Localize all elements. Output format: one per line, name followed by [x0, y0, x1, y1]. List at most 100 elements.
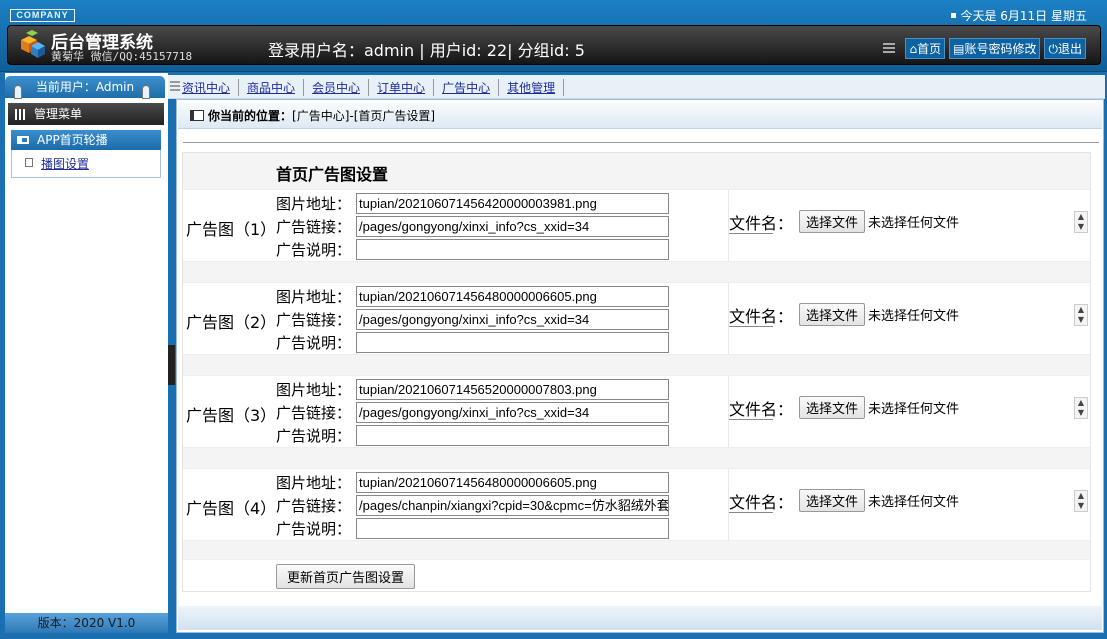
window-icon [190, 110, 204, 121]
gap-row [183, 262, 1090, 282]
update-ads-button[interactable]: 更新首页广告图设置 [276, 564, 416, 589]
scroll-spinner[interactable]: ▲ ▼ [1074, 490, 1088, 512]
nav-item-other[interactable]: 其他管理 [507, 79, 565, 96]
ad-desc-label: 广告说明： [276, 334, 352, 352]
nav-list-icon [170, 81, 180, 91]
ad-link-label: 广告链接： [276, 404, 352, 422]
top-nav: 资讯中心 商品中心 会员中心 订单中心 广告中心 其他管理 [168, 75, 1105, 99]
ad-row-2: 广告图（2） 图片地址： tupian/202106071456480000006… [183, 282, 1090, 355]
nav-item-products[interactable]: 商品中心 [247, 79, 305, 96]
choose-file-button[interactable]: 选择文件 [799, 210, 866, 233]
nav-item-ads[interactable]: 广告中心 [442, 79, 500, 96]
ad-row-1: 广告图（1） 图片地址： tupian/202106071456420000003… [183, 189, 1090, 262]
panel-icon [17, 136, 29, 144]
sidebar-collapse-handle[interactable] [168, 345, 175, 385]
choose-file-button[interactable]: 选择文件 [799, 489, 866, 512]
ad-label: 广告图（2） [186, 313, 277, 332]
ad-desc-label: 广告说明： [276, 520, 352, 538]
image-path-input[interactable]: tupian/20210607145648000000660​5.png [356, 472, 669, 493]
image-path-label: 图片地址： [276, 474, 352, 492]
sidebar-item-label: 播图设置 [41, 157, 90, 171]
home-link[interactable]: ⌂首页 [905, 38, 946, 59]
ad-link-input[interactable]: /pages/gongyong/xinxi_info?cs_xxid=34 [356, 216, 669, 237]
logout-link[interactable]: ⏻退出 [1044, 38, 1086, 59]
scroll-spinner[interactable]: ▲ ▼ [1074, 397, 1088, 419]
ad-desc-input[interactable] [356, 332, 669, 353]
list-icon [883, 42, 896, 55]
breadcrumb-path: [广告中心]-[首页广告设置] [292, 109, 436, 123]
form-title: 首页广告图设置 [276, 165, 389, 184]
ad-link-label: 广告链接： [276, 218, 352, 236]
nav-item-news[interactable]: 资讯中心 [182, 79, 240, 96]
ad-row-4: 广告图（4） 图片地址： tupian/202106071456480000006… [183, 468, 1090, 541]
nav-item-members[interactable]: 会员中心 [312, 79, 370, 96]
ad-label: 广告图（1） [186, 220, 277, 239]
choose-file-button[interactable]: 选择文件 [799, 303, 866, 326]
file-label: 文件名： [729, 307, 794, 326]
account-password-link-label: 账号密码修改 [964, 42, 1037, 56]
file-underline [729, 419, 773, 420]
pin-icon [14, 85, 22, 99]
ad-desc-label: 广告说明： [276, 241, 352, 259]
file-picker: 文件名： 选择文件 未选择任何文件 [729, 396, 959, 420]
scroll-spinner[interactable]: ▲ ▼ [1074, 211, 1088, 233]
file-picker: 文件名： 选择文件 未选择任何文件 [729, 303, 959, 327]
no-file-text: 未选择任何文件 [868, 495, 960, 510]
file-label: 文件名： [729, 493, 794, 512]
ad-link-label: 广告链接： [276, 497, 352, 515]
choose-file-button[interactable]: 选择文件 [799, 396, 866, 419]
no-file-text: 未选择任何文件 [868, 402, 960, 417]
square-icon [951, 13, 957, 18]
ad-link-input[interactable]: /pages/gongyong/xinxi_info?cs_xxid=34 [356, 402, 669, 423]
file-picker: 文件名： 选择文件 未选择任何文件 [729, 210, 959, 234]
header-bar: 后台管理系统 黄菊华 微信/QQ:45157718 登录用户名：admin | … [7, 25, 1101, 65]
main-footer-bar [178, 606, 1102, 630]
ad-desc-input[interactable] [356, 518, 669, 539]
image-path-input[interactable]: tupian/20210607145652000000780​3.png [356, 379, 669, 400]
file-underline [729, 326, 773, 327]
home-link-label: 首页 [917, 42, 942, 56]
file-underline [729, 233, 773, 234]
version-label: 版本：2020 V1.0 [5, 613, 168, 633]
cubes-logo-icon [21, 30, 45, 58]
image-path-label: 图片地址： [276, 381, 352, 399]
sidebar-section-label: APP首页轮播 [37, 133, 108, 147]
page-icon [25, 158, 33, 167]
breadcrumb: 你当前的位置：[广告中心]-[首页广告设置] [178, 103, 1102, 129]
ad-link-input[interactable]: /pages/chanpin/xiangxi?cpid=30&cpmc=仿水貂绒… [356, 495, 669, 516]
gap-row [183, 448, 1090, 468]
submit-row: 更新首页广告图设置 [183, 559, 1090, 591]
image-path-input[interactable]: tupian/20210607145642000000398​1.png [356, 193, 669, 214]
pin-icon [142, 85, 150, 99]
ad-label: 广告图（4） [186, 499, 277, 518]
ad-link-label: 广告链接： [276, 311, 352, 329]
form-title-row: 首页广告图设置 [183, 153, 1090, 189]
menu-head-label: 管理菜单 [34, 107, 83, 121]
file-label: 文件名： [729, 400, 794, 419]
ad-desc-input[interactable] [356, 239, 669, 260]
nav-items: 资讯中心 商品中心 会员中心 订单中心 广告中心 其他管理 [182, 79, 572, 96]
ad-row-3: 广告图（3） 图片地址： tupian/202106071456520000007… [183, 375, 1090, 448]
ad-link-input[interactable]: /pages/gongyong/xinxi_info?cs_xxid=34 [356, 309, 669, 330]
date-display: 今天是 6月11日 星期五 [951, 7, 1087, 24]
sidebar-item-carousel-settings[interactable]: 播图设置 [25, 155, 89, 172]
account-password-link[interactable]: ▤账号密码修改 [949, 38, 1041, 59]
main-panel: 你当前的位置：[广告中心]-[首页广告设置] 首页广告图设置 广告图（1） 图片… [176, 99, 1104, 633]
sidebar-section-body: 播图设置 [11, 150, 161, 178]
date-text: 今天是 6月11日 星期五 [960, 9, 1087, 23]
app-subtitle: 黄菊华 微信/QQ:45157718 [51, 50, 193, 63]
nav-item-orders[interactable]: 订单中心 [377, 79, 435, 96]
image-path-input[interactable]: tupian/20210607145648000000660​5.png [356, 286, 669, 307]
sidebar: 当前用户：Admin 管理菜单 APP首页轮播 播图设置 [5, 73, 168, 633]
scroll-spinner[interactable]: ▲ ▼ [1074, 304, 1088, 326]
sidebar-section-app-carousel[interactable]: APP首页轮播 [11, 130, 161, 150]
file-label: 文件名： [729, 214, 794, 233]
file-picker: 文件名： 选择文件 未选择任何文件 [729, 489, 959, 513]
current-user-label: 当前用户：Admin [35, 80, 135, 94]
no-file-text: 未选择任何文件 [868, 309, 960, 324]
ad-desc-input[interactable] [356, 425, 669, 446]
gap-row [183, 355, 1090, 375]
breadcrumb-label: 你当前的位置： [208, 109, 293, 123]
header: COMPANY 今天是 6月11日 星期五 后台管理系统 黄菊华 微信/QQ:4… [0, 0, 1107, 72]
ad-settings-form: 首页广告图设置 广告图（1） 图片地址： tupian/2021060714564… [182, 152, 1091, 592]
